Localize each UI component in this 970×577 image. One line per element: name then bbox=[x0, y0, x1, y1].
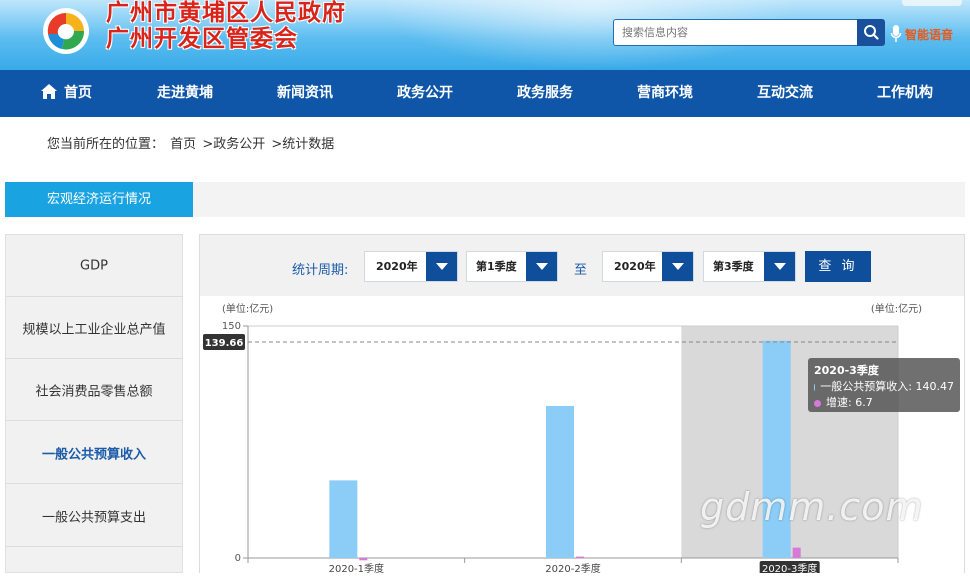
crosshair-value: 139.66 bbox=[205, 338, 244, 349]
site-title-line1: 广州市黄埔区人民政府 bbox=[106, 0, 346, 26]
sidebar-item-retail-sales[interactable]: 社会消费品零售总额 bbox=[6, 359, 182, 421]
select-value: 第3季度 bbox=[713, 260, 754, 273]
sidebar-item-budget-expenditure[interactable]: 一般公共预算支出 bbox=[6, 485, 182, 547]
nav-item-home[interactable]: 首页 bbox=[38, 70, 94, 117]
watermark: gdmm.com bbox=[700, 485, 924, 529]
bar-chart[interactable]: (单位:亿元) (单位:亿元) 150 0 139.66 2020-1季度 2020-2季度… bbox=[200, 296, 964, 575]
chart-area: (单位:亿元) (单位:亿元) 150 0 139.66 2020-1季度 2020-2季度… bbox=[200, 296, 964, 575]
x-tick-label: 2020-1季度 bbox=[329, 562, 384, 573]
breadcrumb-prefix: 您当前所在的位置： bbox=[47, 137, 165, 152]
bar-growth bbox=[576, 556, 584, 559]
search-button[interactable] bbox=[857, 19, 885, 46]
tooltip-row-growth: 增速: 6.7 bbox=[814, 395, 954, 411]
to-label: 至 bbox=[574, 263, 588, 278]
start-year-select[interactable]: 2020年 bbox=[364, 251, 458, 282]
sidebar-item-budget-revenue[interactable]: 一般公共预算收入 bbox=[6, 422, 182, 484]
nav-label: 新闻资讯 bbox=[277, 85, 333, 101]
bar-growth bbox=[792, 547, 801, 558]
y-tick-label: 0 bbox=[235, 553, 241, 564]
bar-revenue bbox=[329, 480, 358, 558]
start-quarter-select[interactable]: 第1季度 bbox=[466, 251, 558, 282]
nav-item-services[interactable]: 政务服务 bbox=[515, 70, 575, 117]
sidebar-item-industrial-output[interactable]: 规模以上工业企业总产值 bbox=[6, 297, 182, 359]
query-button[interactable]: 查 询 bbox=[805, 251, 871, 282]
sidebar: GDP 规模以上工业企业总产值 社会消费品零售总额 一般公共预算收入 一般公共预… bbox=[5, 234, 183, 573]
nav-label: 互动交流 bbox=[757, 85, 813, 101]
tooltip-title: 2020-3季度 bbox=[814, 364, 879, 377]
breadcrumb-statistics[interactable]: >统计数据 bbox=[271, 137, 334, 152]
search-icon bbox=[864, 25, 879, 40]
x-tick-label: 2020-3季度 bbox=[762, 562, 817, 573]
voice-search-button[interactable]: 智能语音 bbox=[890, 23, 953, 45]
site-title[interactable]: 广州市黄埔区人民政府 广州开发区管委会 bbox=[106, 0, 346, 52]
select-value: 2020年 bbox=[376, 260, 418, 273]
sidebar-item-label: 一般公共预算收入 bbox=[41, 447, 146, 462]
breadcrumb-home[interactable]: 首页 bbox=[170, 137, 196, 152]
y-axis-label-left: (单位:亿元) bbox=[222, 302, 273, 315]
sidebar-item-label: 规模以上工业企业总产值 bbox=[22, 322, 166, 337]
logo-icon[interactable] bbox=[36, 4, 96, 56]
search-box bbox=[613, 19, 857, 46]
nav-item-about[interactable]: 走进黄埔 bbox=[155, 70, 215, 117]
nav-label: 工作机构 bbox=[877, 85, 933, 101]
chevron-down-icon bbox=[662, 252, 693, 281]
nav-label: 政务公开 bbox=[397, 85, 453, 101]
site-title-line2: 广州开发区管委会 bbox=[106, 25, 298, 52]
nav-item-news[interactable]: 新闻资讯 bbox=[275, 70, 335, 117]
top-tab[interactable] bbox=[902, 0, 962, 6]
microphone-icon bbox=[890, 25, 902, 42]
chevron-down-icon bbox=[764, 252, 795, 281]
nav-label: 走进黄埔 bbox=[157, 85, 213, 101]
bar-growth bbox=[359, 558, 368, 561]
end-quarter-select[interactable]: 第3季度 bbox=[703, 251, 796, 282]
nav-label: 政务服务 bbox=[517, 85, 573, 101]
home-icon bbox=[41, 84, 57, 99]
y-tick-label: 150 bbox=[222, 321, 241, 332]
nav-item-agencies[interactable]: 工作机构 bbox=[875, 70, 935, 117]
chevron-down-icon bbox=[426, 252, 457, 281]
tooltip-revenue-text: 一般公共预算收入: 140.47 bbox=[820, 380, 954, 393]
breadcrumb-gov-affairs[interactable]: >政务公开 bbox=[202, 137, 265, 152]
nav-label: 营商环境 bbox=[637, 85, 693, 101]
nav-item-business[interactable]: 营商环境 bbox=[635, 70, 695, 117]
sidebar-item-label: 一般公共预算支出 bbox=[41, 510, 146, 525]
breadcrumb: 您当前所在的位置： 首页 >政务公开 >统计数据 bbox=[47, 133, 336, 152]
voice-label: 智能语音 bbox=[905, 27, 954, 42]
section-tab[interactable]: 宏观经济运行情况 bbox=[5, 182, 193, 217]
main-nav: 首页 走进黄埔 新闻资讯 政务公开 政务服务 营商环境 互动交流 工作机构 bbox=[0, 70, 970, 117]
select-value: 第1季度 bbox=[476, 260, 517, 273]
tooltip-growth-text: 增速: 6.7 bbox=[826, 396, 873, 409]
nav-item-gov-affairs[interactable]: 政务公开 bbox=[395, 70, 455, 117]
select-value: 2020年 bbox=[614, 260, 656, 273]
y-axis-label-right: (单位:亿元) bbox=[871, 302, 922, 315]
nav-label: 首页 bbox=[64, 85, 92, 101]
sidebar-item-label: 社会消费品零售总额 bbox=[35, 384, 153, 399]
period-label: 统计周期: bbox=[292, 263, 349, 278]
bar-revenue bbox=[546, 405, 574, 558]
tooltip-row-revenue: 一般公共预算收入: 140.47 bbox=[814, 379, 954, 395]
chart-tooltip: 2020-3季度 一般公共预算收入: 140.47 增速: 6.7 bbox=[808, 358, 960, 412]
chevron-down-icon bbox=[526, 252, 557, 281]
legend-dot-revenue bbox=[814, 383, 816, 391]
legend-dot-growth bbox=[814, 399, 821, 407]
end-year-select[interactable]: 2020年 bbox=[602, 251, 694, 282]
search-input[interactable] bbox=[614, 20, 857, 45]
x-tick-label: 2020-2季度 bbox=[545, 562, 600, 573]
sidebar-item-gdp[interactable]: GDP bbox=[6, 235, 182, 297]
sidebar-item-label: GDP bbox=[80, 258, 108, 273]
nav-item-interaction[interactable]: 互动交流 bbox=[755, 70, 815, 117]
site-header: 广州市黄埔区人民政府 广州开发区管委会 智能语音 bbox=[0, 0, 970, 70]
